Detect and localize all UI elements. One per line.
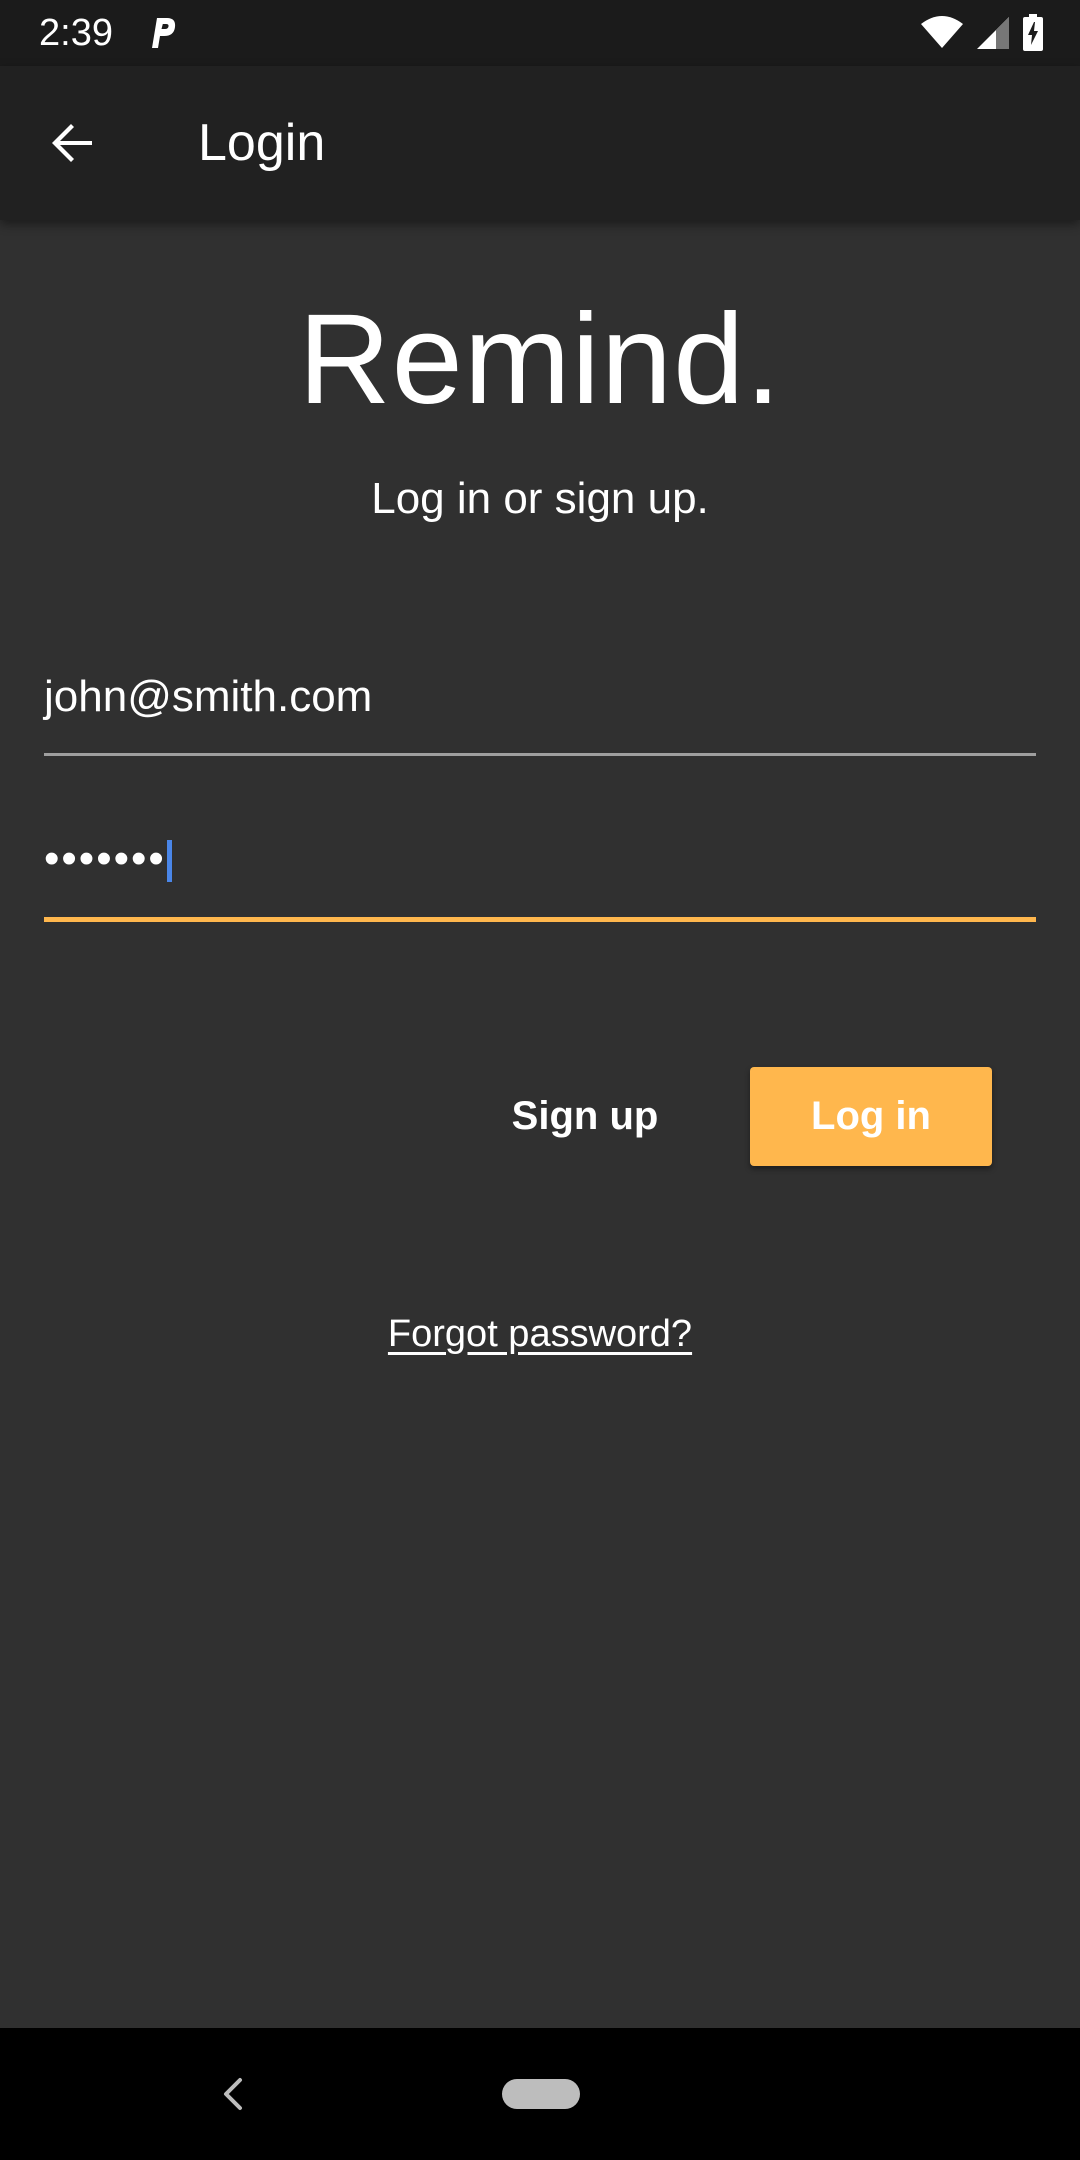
nav-back-icon[interactable] (214, 2072, 254, 2116)
status-icons (920, 14, 1044, 52)
navigation-bar (0, 2028, 1080, 2160)
password-value-wrap: ••••••• (44, 828, 172, 890)
forgot-password-link[interactable]: Forgot password? (388, 1313, 692, 1355)
subtitle: Log in or sign up. (371, 474, 709, 523)
password-value: ••••••• (44, 834, 166, 883)
login-screen: 2:39 Login Remind. Log in or sign up. jo… (0, 0, 1080, 2160)
cell-signal-icon (977, 17, 1009, 49)
status-bar: 2:39 (0, 0, 1080, 66)
back-button[interactable] (36, 107, 108, 179)
log-in-button[interactable]: Log in (750, 1067, 992, 1166)
status-time: 2:39 (39, 12, 113, 54)
email-field[interactable]: john@smith.com (44, 660, 1036, 756)
battery-charging-icon (1023, 14, 1043, 51)
sign-up-button[interactable]: Sign up (480, 1066, 690, 1166)
password-underline-focused (44, 917, 1036, 922)
forgot-password-row: Forgot password? (0, 1310, 1080, 1358)
wifi-icon (921, 16, 963, 48)
nav-home-pill[interactable] (502, 2079, 580, 2109)
app-bar: Login (0, 66, 1080, 220)
p-notification-icon (152, 18, 176, 48)
text-cursor (166, 840, 172, 883)
email-underline (44, 753, 1036, 756)
app-logo-text: Remind. (298, 288, 782, 431)
page-title: Login (198, 114, 326, 172)
password-field[interactable]: ••••••• (44, 822, 1036, 922)
arrow-back-icon (52, 124, 92, 162)
email-value: john@smith.com (44, 672, 373, 721)
